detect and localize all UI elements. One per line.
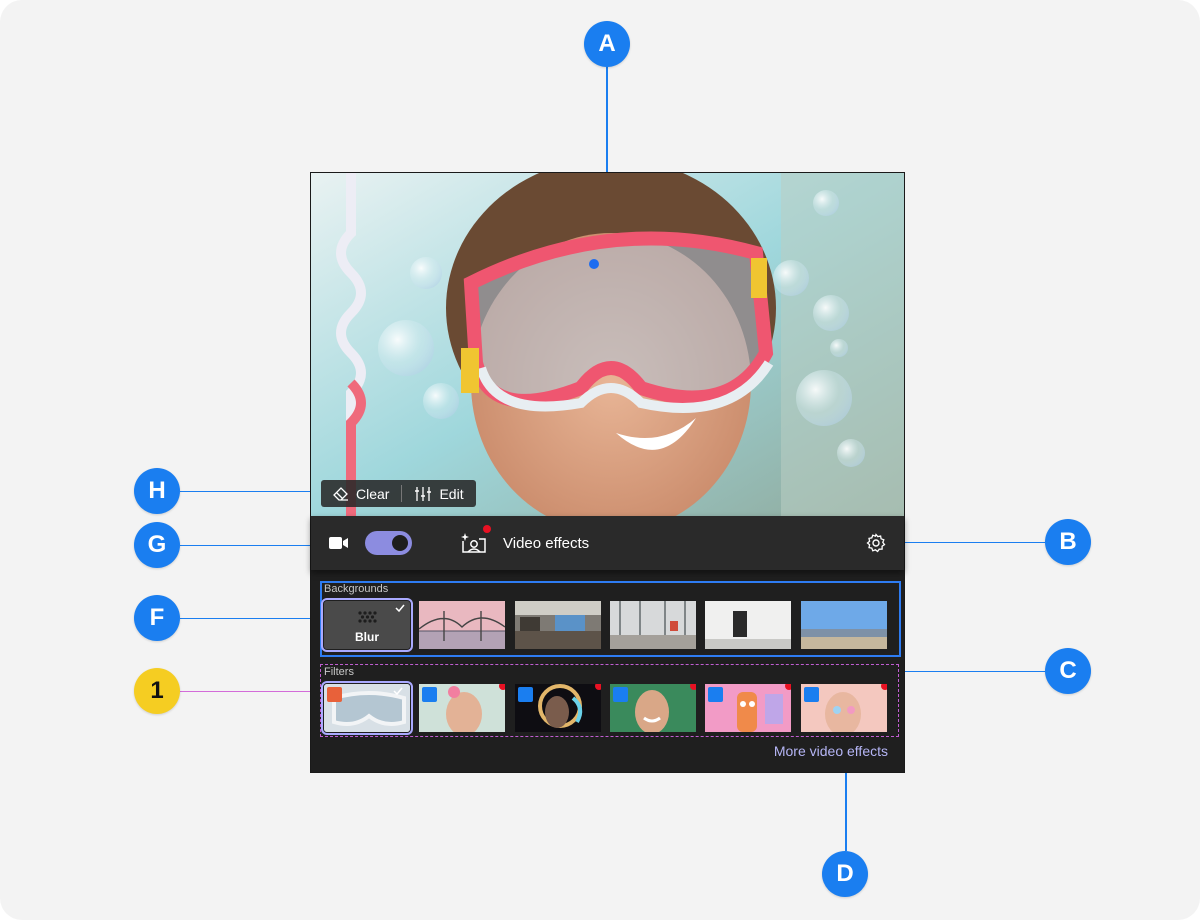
callout-badge-g: G xyxy=(134,522,180,568)
filter-app-icon xyxy=(804,687,819,702)
callout-badge-h: H xyxy=(134,468,180,514)
background-office-2[interactable] xyxy=(610,601,696,649)
new-dot xyxy=(690,684,696,690)
background-white-room[interactable] xyxy=(705,601,791,649)
filter-smile[interactable] xyxy=(610,684,696,732)
filter-neon[interactable] xyxy=(515,684,601,732)
filter-flower-face[interactable] xyxy=(419,684,505,732)
video-effects-label: Video effects xyxy=(503,534,590,552)
sliders-icon xyxy=(415,486,432,501)
new-dot xyxy=(785,684,791,690)
toggle-knob xyxy=(392,535,408,551)
clear-button[interactable]: Clear xyxy=(321,480,401,507)
callout-line-c xyxy=(893,671,1045,672)
preview-image xyxy=(311,173,904,516)
callout-badge-f: F xyxy=(134,595,180,641)
callout-line-a xyxy=(606,66,608,172)
glass-office-image xyxy=(610,601,696,649)
edit-button[interactable]: Edit xyxy=(402,480,475,507)
camera-icon xyxy=(329,537,348,549)
bridge-image xyxy=(419,601,505,649)
callout-line-h xyxy=(180,491,320,492)
new-dot xyxy=(499,684,505,690)
filter-app-icon xyxy=(518,687,533,702)
filter-goggles[interactable] xyxy=(321,681,413,735)
more-video-effects-link[interactable]: More video effects xyxy=(774,743,888,759)
clear-label: Clear xyxy=(356,485,390,502)
filter-app-icon xyxy=(422,687,437,702)
beach-image xyxy=(801,601,887,649)
office-image xyxy=(515,601,601,649)
filter-app-icon xyxy=(708,687,723,702)
callout-badge-1: 1 xyxy=(134,668,180,714)
background-bridge[interactable] xyxy=(419,601,505,649)
callout-line-1 xyxy=(180,691,320,692)
callout-line-f xyxy=(180,618,320,619)
filter-cartoon[interactable] xyxy=(705,684,791,732)
background-beach[interactable] xyxy=(801,601,887,649)
eraser-icon xyxy=(333,486,348,501)
filter-app-icon xyxy=(613,687,628,702)
camera-toolbar: Video effects xyxy=(311,516,904,570)
callout-badge-c: C xyxy=(1045,648,1091,694)
white-room-image xyxy=(705,601,791,649)
new-dot xyxy=(881,684,887,690)
callout-line-b xyxy=(885,542,1045,543)
gear-icon[interactable] xyxy=(866,533,886,553)
blur-label: Blur xyxy=(355,630,379,644)
callout-line-d xyxy=(845,766,847,851)
video-effects-icon xyxy=(461,533,486,553)
video-effects-panel: Clear Edit Video effects Backgrounds Blu… xyxy=(310,172,905,773)
preview-actions-bar: Clear Edit xyxy=(321,480,476,507)
camera-toggle[interactable] xyxy=(365,531,412,555)
callout-line-g xyxy=(180,545,320,546)
edit-label: Edit xyxy=(439,485,464,502)
filter-app-icon xyxy=(327,687,342,702)
callout-badge-b: B xyxy=(1045,519,1091,565)
video-effects-button[interactable]: Video effects xyxy=(459,525,590,555)
callout-badge-d: D xyxy=(822,851,868,897)
background-blur[interactable]: Blur xyxy=(321,598,413,652)
new-dot xyxy=(595,684,601,690)
notification-dot xyxy=(483,525,491,533)
filter-sparkle[interactable] xyxy=(801,684,887,732)
callout-badge-a: A xyxy=(584,21,630,67)
background-office-1[interactable] xyxy=(515,601,601,649)
camera-preview: Clear Edit xyxy=(311,173,904,516)
